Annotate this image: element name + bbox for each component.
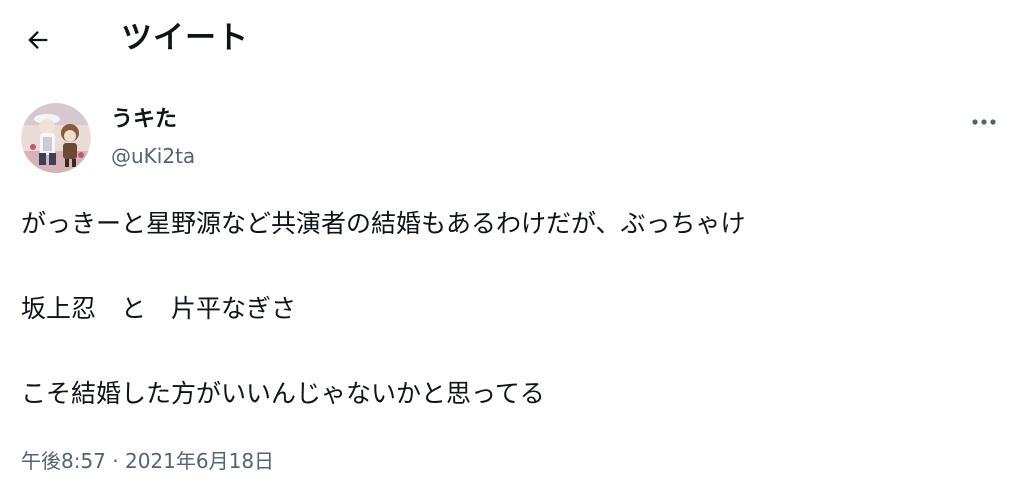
arrow-left-icon [28, 31, 48, 49]
page-title: ツイート [121, 20, 249, 56]
author-display-name[interactable]: うキた [111, 106, 177, 134]
author-handle[interactable]: @uKi2ta [111, 143, 195, 169]
back-button[interactable] [18, 20, 58, 60]
page-header: ツイート [0, 0, 1024, 80]
tweet-text-line: がっきーと星野源など共演者の結婚もあるわけだが、ぶっちゃけ [21, 209, 746, 238]
tweet-timestamp[interactable]: 午後8:57 · 2021年6月18日 [21, 446, 274, 476]
tweet-text-line: 坂上忍 と 片平なぎさ [21, 294, 297, 323]
tweet-text-line: こそ結婚した方がいいんじゃないかと思ってる [21, 379, 545, 408]
tweet-detail-page: ツイート うキた @uKi2ta がっきーと星野源など共演者の結婚もあるわけだが… [0, 0, 1024, 503]
more-horizontal-icon [972, 119, 996, 125]
avatar[interactable] [21, 103, 91, 173]
more-options-button[interactable] [966, 107, 1002, 137]
